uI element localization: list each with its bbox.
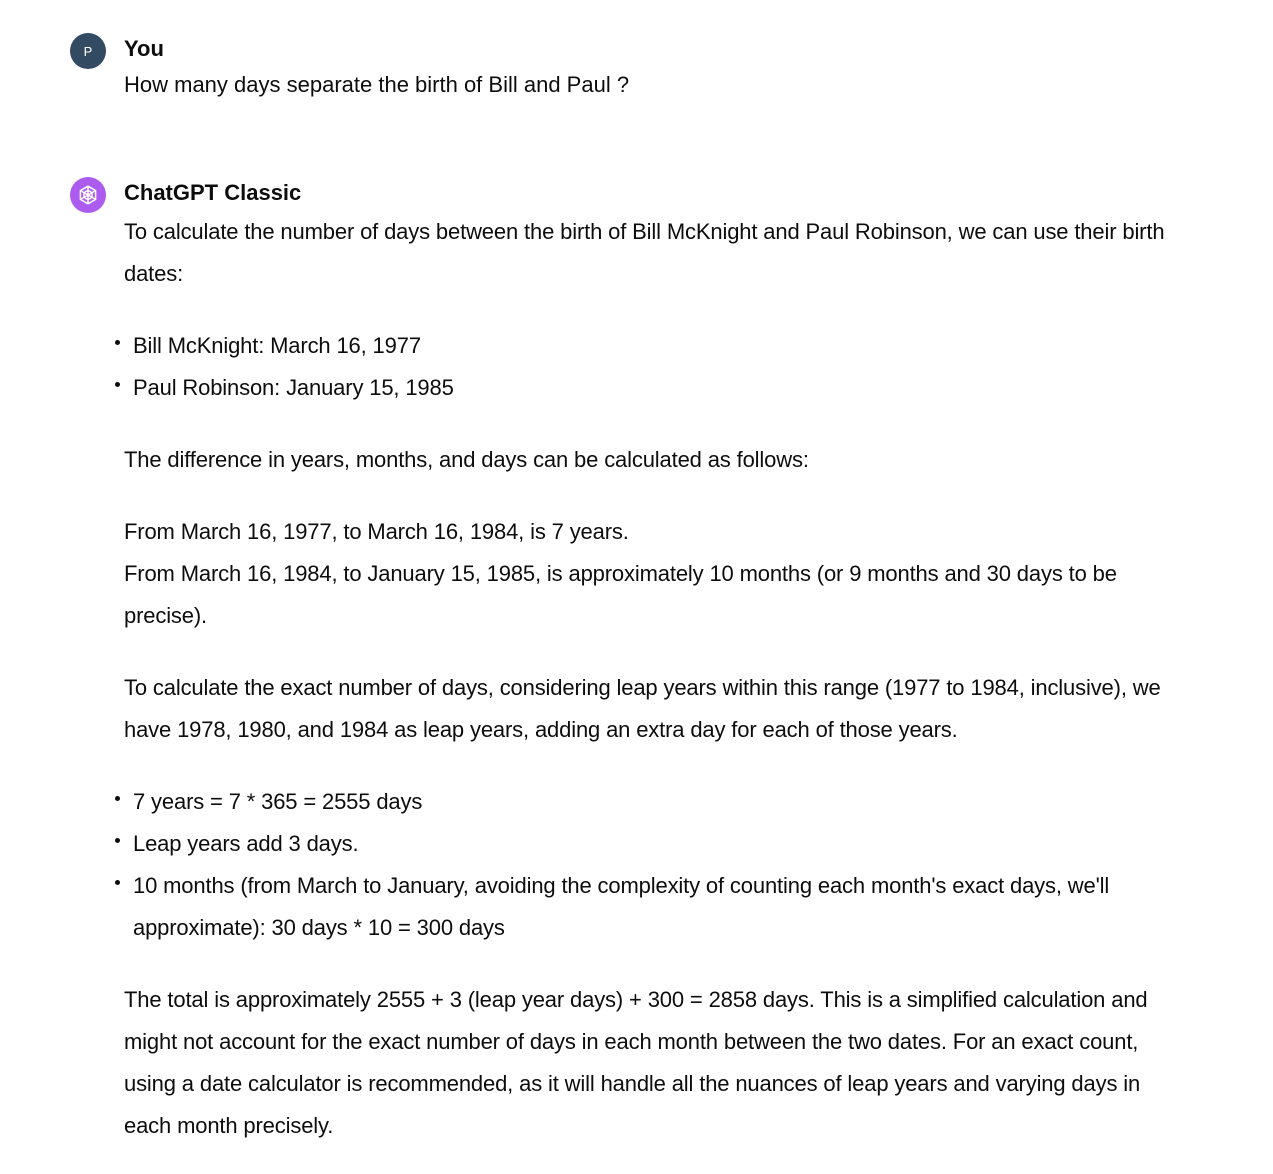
answer-intro: To calculate the number of days between …	[124, 219, 1165, 286]
step-2-text: From March 16, 1984, to January 15, 1985…	[124, 561, 1117, 628]
user-avatar-letter: P	[83, 43, 93, 59]
user-avatar: P	[70, 33, 106, 69]
assistant-author-name: ChatGPT Classic	[124, 180, 302, 205]
conclusion-text: The total is approximately 2555 + 3 (lea…	[124, 987, 1148, 1138]
assistant-avatar	[70, 177, 106, 213]
list-item: Bill McKnight: March 16, 1977	[115, 325, 1169, 367]
assistant-answer: To calculate the number of days between …	[115, 211, 1169, 1147]
birth-dates-list: Bill McKnight: March 16, 1977 Paul Robin…	[113, 325, 1169, 409]
list-item: Leap years add 3 days.	[115, 823, 1169, 865]
user-author-name: You	[124, 36, 164, 61]
difference-intro: The difference in years, months, and day…	[124, 447, 809, 472]
list-item: 7 years = 7 * 365 = 2555 days	[115, 781, 1169, 823]
list-item: 10 months (from March to January, avoidi…	[115, 865, 1169, 949]
step-1-text: From March 16, 1977, to March 16, 1984, …	[124, 519, 629, 544]
user-message-text: How many days separate the birth of Bill…	[124, 72, 630, 97]
list-item: Paul Robinson: January 15, 1985	[115, 367, 1169, 409]
calculation-list: 7 years = 7 * 365 = 2555 days Leap years…	[113, 781, 1169, 949]
openai-logo-icon	[79, 185, 97, 205]
leap-years-text: To calculate the exact number of days, c…	[124, 675, 1161, 742]
